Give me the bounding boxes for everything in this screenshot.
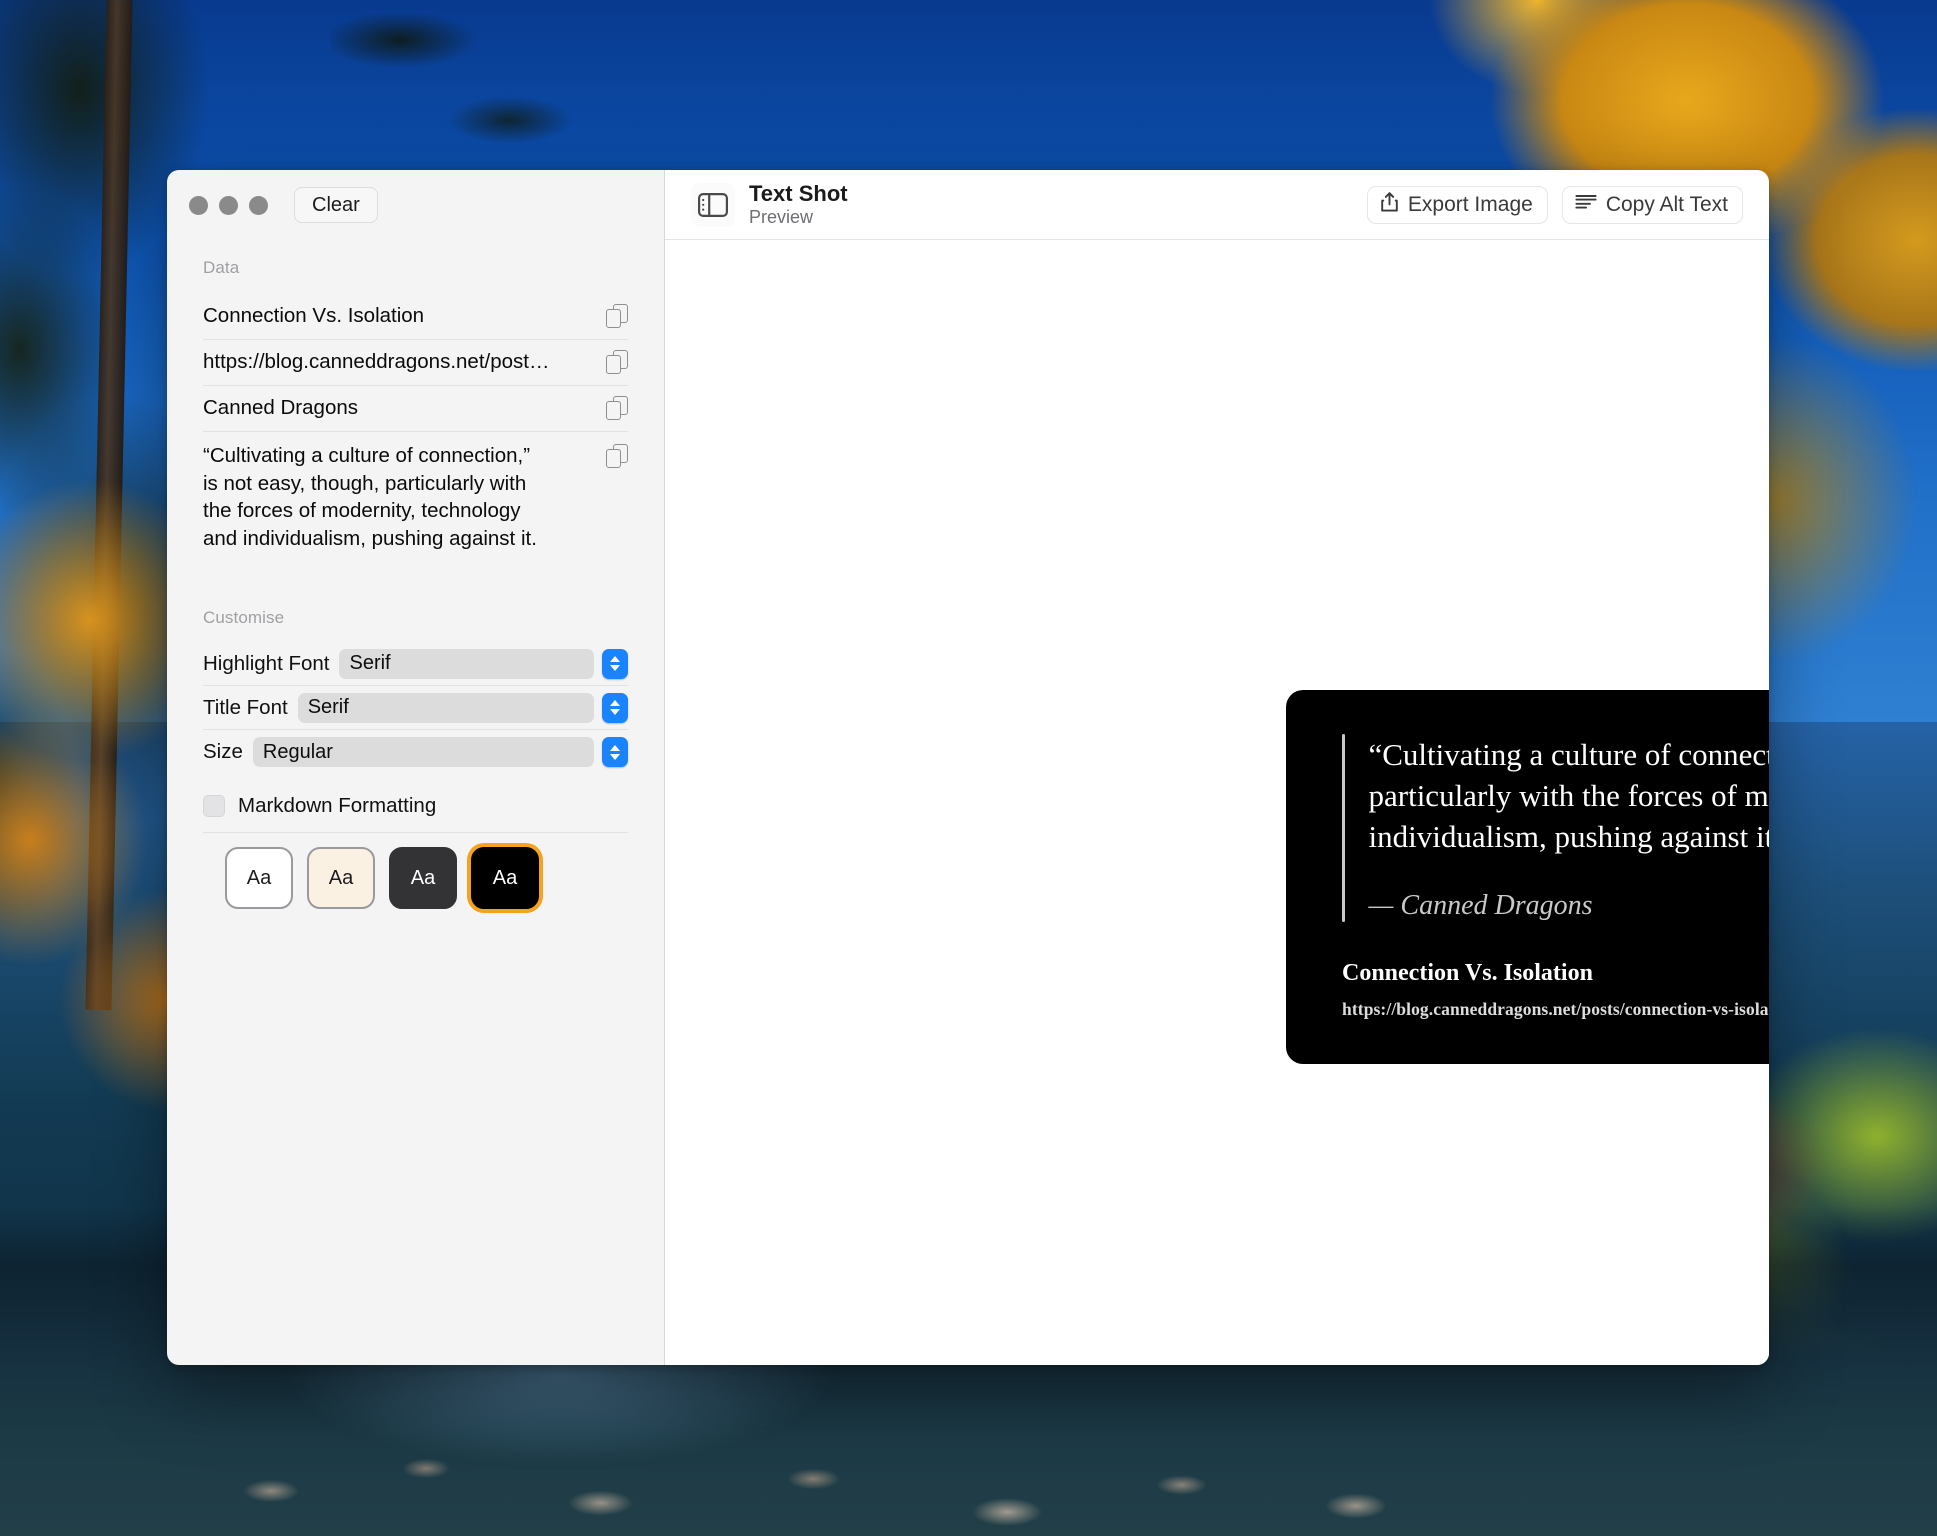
detail-pane: Text Shot Preview Export Image Copy Alt … <box>665 170 1769 1365</box>
wallpaper-rocks <box>0 1386 1937 1536</box>
chevron-updown-icon[interactable] <box>602 648 628 679</box>
copy-alt-text-button[interactable]: Copy Alt Text <box>1561 185 1743 224</box>
label-title-font: Title Font <box>203 695 288 719</box>
data-value-title: Connection Vs. Isolation <box>203 304 425 327</box>
text-lines-icon <box>1575 193 1597 217</box>
quote-body: “Cultivating a culture of connection,” i… <box>1369 734 1770 922</box>
copy-alt-text-label: Copy Alt Text <box>1605 192 1728 216</box>
data-row-author[interactable]: Canned Dragons <box>203 386 628 432</box>
data-value-highlight: “Cultivating a culture of connection,” i… <box>203 443 537 551</box>
data-value-author: Canned Dragons <box>203 395 358 419</box>
close-button[interactable] <box>189 195 208 215</box>
theme-swatch-sample: Aa <box>492 866 518 889</box>
app-window: Clear Data Connection Vs. Isolation http… <box>167 170 1769 1365</box>
share-icon <box>1380 191 1399 219</box>
customise-form: Highlight Font Serif Title Font Serif Si… <box>167 642 664 774</box>
title-font-value: Serif <box>297 692 594 723</box>
theme-swatch-light[interactable]: Aa <box>225 847 293 910</box>
quote-block: “Cultivating a culture of connection,” i… <box>1342 734 1769 922</box>
export-image-label: Export Image <box>1407 192 1533 216</box>
sidebar: Clear Data Connection Vs. Isolation http… <box>167 170 665 1365</box>
theme-swatch-sample: Aa <box>328 866 354 889</box>
app-subtitle: Preview <box>749 206 814 227</box>
quote-attribution: — Canned Dragons <box>1368 889 1593 921</box>
toolbar-title-block: Text Shot Preview <box>749 181 848 228</box>
preview-canvas: “Cultivating a culture of connection,” i… <box>665 240 1769 1365</box>
copy-icon[interactable] <box>606 349 628 374</box>
minimize-button[interactable] <box>219 195 238 215</box>
sidebar-layout-icon[interactable] <box>691 182 735 227</box>
data-field-list: Connection Vs. Isolation https://blog.ca… <box>167 294 664 562</box>
data-row-url[interactable]: https://blog.canneddragons.net/post… <box>203 340 628 386</box>
markdown-formatting-row[interactable]: Markdown Formatting <box>167 790 664 822</box>
preview-card-title: Connection Vs. Isolation <box>1342 959 1593 986</box>
label-size: Size <box>203 740 243 764</box>
copy-icon[interactable] <box>606 304 628 328</box>
markdown-formatting-label: Markdown Formatting <box>238 794 437 818</box>
data-section-header: Data <box>203 258 240 277</box>
preview-card-footer: Connection Vs. Isolation https://blog.ca… <box>1342 960 1769 1020</box>
preview-card-url: https://blog.canneddragons.net/posts/con… <box>1342 998 1769 1019</box>
app-title: Text Shot <box>749 180 848 206</box>
data-value-url: https://blog.canneddragons.net/post… <box>203 349 550 373</box>
title-font-select[interactable]: Serif <box>297 692 628 723</box>
highlight-font-value: Serif <box>339 648 594 679</box>
highlight-font-select[interactable]: Serif <box>339 648 628 679</box>
customise-section-header: Customise <box>203 608 285 628</box>
data-row-title[interactable]: Connection Vs. Isolation <box>203 294 628 340</box>
copy-icon[interactable] <box>606 395 628 420</box>
traffic-light-group <box>189 195 268 215</box>
quote-rule <box>1342 734 1345 922</box>
label-highlight-font: Highlight Font <box>203 651 330 675</box>
export-image-button[interactable]: Export Image <box>1366 185 1548 224</box>
clear-button[interactable]: Clear <box>294 187 378 223</box>
window-titlebar: Clear <box>167 170 664 240</box>
theme-swatch-sample: Aa <box>246 866 272 889</box>
toolbar: Text Shot Preview Export Image Copy Alt … <box>665 170 1769 240</box>
quote-text: “Cultivating a culture of connection,” i… <box>1368 737 1770 855</box>
row-highlight-font: Highlight Font Serif <box>203 642 628 687</box>
row-size: Size Regular <box>203 730 628 774</box>
copy-icon[interactable] <box>606 443 628 468</box>
chevron-updown-icon[interactable] <box>602 692 628 723</box>
theme-swatch-graphite[interactable]: Aa <box>389 847 457 910</box>
data-row-highlight[interactable]: “Cultivating a culture of connection,” i… <box>203 432 628 563</box>
theme-swatch-group: Aa Aa Aa Aa <box>167 833 664 910</box>
size-select[interactable]: Regular <box>252 737 628 768</box>
row-title-font: Title Font Serif <box>203 686 628 731</box>
theme-swatch-black[interactable]: Aa <box>471 847 539 910</box>
chevron-updown-icon[interactable] <box>602 737 628 768</box>
theme-swatch-cream[interactable]: Aa <box>307 847 375 910</box>
theme-swatch-sample: Aa <box>410 866 436 889</box>
size-value: Regular <box>252 737 594 768</box>
markdown-formatting-checkbox[interactable] <box>203 795 225 818</box>
preview-card[interactable]: “Cultivating a culture of connection,” i… <box>1286 690 1769 1064</box>
zoom-button[interactable] <box>249 195 268 215</box>
clear-button-label: Clear <box>312 194 360 216</box>
